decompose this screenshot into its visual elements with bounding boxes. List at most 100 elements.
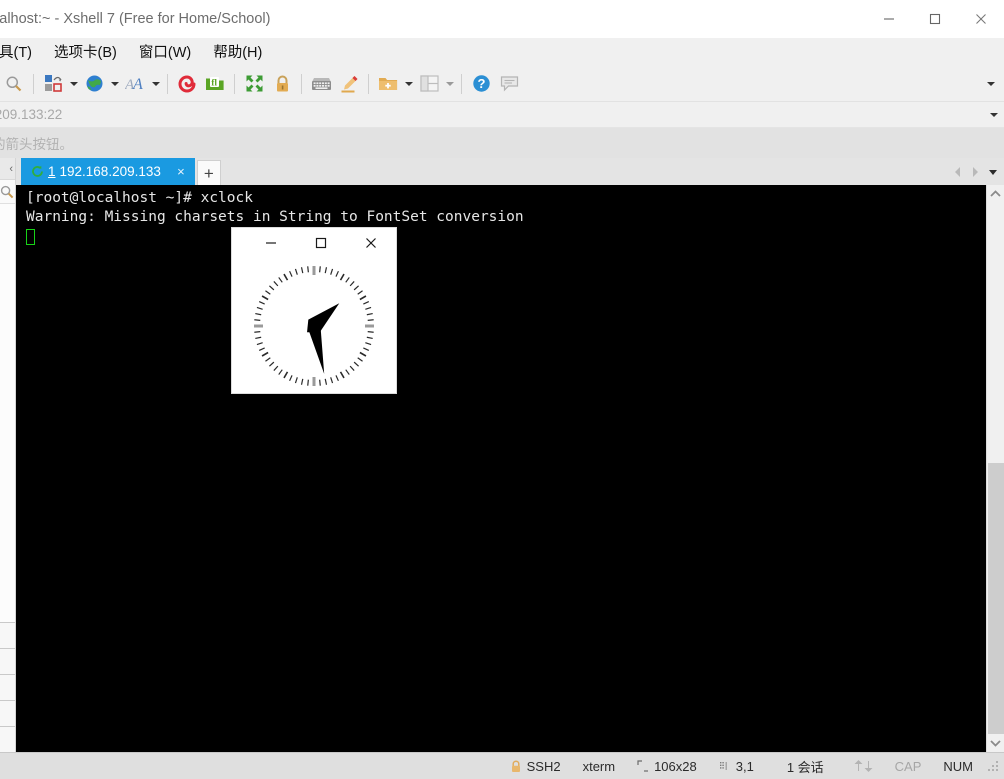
font-button[interactable]: A A	[121, 70, 149, 98]
session-panel-tabs[interactable]: ‹	[0, 158, 15, 180]
session-tree[interactable]	[0, 204, 15, 622]
toolbar-separator	[33, 73, 34, 94]
xclock-minimize-button[interactable]	[246, 228, 296, 258]
scroll-down-button[interactable]	[987, 734, 1004, 752]
resize-grip-icon[interactable]	[986, 759, 1000, 773]
status-caps-lock-label: CAP	[894, 758, 922, 774]
tab-close-button[interactable]: ×	[173, 164, 189, 180]
status-screen-size[interactable]: 106x28	[626, 753, 708, 779]
tab-list-button[interactable]	[984, 160, 1002, 184]
chevron-down-icon	[989, 169, 997, 175]
transfer-file-button[interactable]	[39, 70, 67, 98]
lock-icon	[510, 760, 522, 773]
status-session-count-label: 1 会话	[786, 759, 824, 775]
sftp-button[interactable]: fl	[201, 70, 229, 98]
xclock-close-button[interactable]	[346, 228, 396, 258]
magnifier-icon	[6, 76, 22, 91]
svg-text:?: ?	[477, 76, 485, 91]
help-button[interactable]: ?	[467, 70, 495, 98]
list-item[interactable]	[0, 700, 15, 726]
status-protocol[interactable]: SSH2	[499, 753, 572, 779]
notification-text: 的箭头按钮。	[0, 137, 73, 152]
scroll-up-button[interactable]	[987, 185, 1004, 203]
session-manager-button[interactable]	[173, 70, 201, 98]
address-bar[interactable]: .209.133:22	[0, 102, 1004, 128]
close-icon	[976, 13, 986, 24]
transfer-file-icon	[44, 75, 62, 92]
status-session-count[interactable]: 1 会话	[765, 753, 846, 779]
spiral-icon	[178, 74, 196, 92]
globe-dropdown[interactable]	[108, 70, 121, 98]
toolbar-overflow-button[interactable]	[982, 66, 1000, 102]
maximize-icon	[315, 237, 327, 249]
layout-dropdown[interactable]	[443, 70, 456, 98]
keyboard-button[interactable]	[307, 70, 335, 98]
list-item[interactable]	[0, 726, 15, 752]
window-title: calhost:~ - Xshell 7 (Free for Home/Scho…	[0, 10, 271, 27]
close-button[interactable]	[958, 0, 1004, 38]
chevron-down-icon	[990, 740, 1001, 747]
menu-item-window[interactable]: 窗口(W)	[128, 38, 202, 66]
main-body: ‹ 1 192.168.209.133 × + [root@localhost …	[0, 158, 1004, 752]
new-tab-button[interactable]: +	[196, 160, 221, 185]
toolbar-separator	[234, 73, 235, 94]
chat-button[interactable]	[495, 70, 523, 98]
window-controls	[866, 0, 1004, 38]
menu-item-tools[interactable]: 具(T)	[0, 38, 43, 66]
list-item[interactable]	[0, 622, 15, 648]
scrollbar-thumb[interactable]	[987, 463, 1004, 734]
chevron-down-icon	[110, 81, 119, 86]
xclock-maximize-button[interactable]	[296, 228, 346, 258]
globe-icon	[86, 75, 102, 92]
size-icon	[637, 760, 649, 772]
minimize-button[interactable]	[866, 0, 912, 38]
chevron-down-icon	[151, 81, 160, 86]
status-cursor-position-label: 3,1	[735, 758, 754, 774]
menu-item-tabs[interactable]: 选项卡(B)	[43, 38, 128, 66]
tab-scroll-right-button[interactable]	[966, 160, 984, 184]
status-num-lock-label: NUM	[943, 758, 973, 774]
highlighter-button[interactable]	[335, 70, 363, 98]
session-manager-panel: ‹	[0, 158, 16, 752]
tab-bar: 1 192.168.209.133 × +	[16, 158, 1004, 185]
maximize-icon	[929, 13, 941, 24]
tab-scroll-left-button[interactable]	[948, 160, 966, 184]
layout-button[interactable]	[415, 70, 443, 98]
terminal-screen[interactable]: [root@localhost ~]# xclock Warning: Miss…	[16, 185, 986, 752]
terminal-scrollbar[interactable]	[986, 185, 1004, 752]
status-transfer-indicator	[846, 753, 884, 779]
status-terminal-type[interactable]: xterm	[572, 753, 627, 779]
globe-button[interactable]	[80, 70, 108, 98]
transfer-file-dropdown[interactable]	[67, 70, 80, 98]
status-cursor-position[interactable]: 3,1	[708, 753, 765, 779]
address-history-dropdown[interactable]	[990, 102, 998, 127]
tab-number: 1	[48, 164, 56, 179]
session-list	[0, 622, 15, 752]
question-icon: ?	[472, 75, 490, 92]
arrows-icon	[854, 760, 873, 772]
new-folder-dropdown[interactable]	[402, 70, 415, 98]
menu-item-help[interactable]: 帮助(H)	[202, 38, 273, 66]
xclock-window[interactable]	[232, 228, 396, 393]
search-icon	[0, 185, 14, 198]
lock-button[interactable]	[268, 70, 296, 98]
chevron-down-icon	[69, 81, 78, 86]
new-folder-button[interactable]	[374, 70, 402, 98]
session-search[interactable]	[0, 180, 15, 204]
title-bar: calhost:~ - Xshell 7 (Free for Home/Scho…	[0, 0, 1004, 38]
xshell-window: calhost:~ - Xshell 7 (Free for Home/Scho…	[0, 0, 1004, 779]
toolbar-separator	[368, 73, 369, 94]
scrollbar-track[interactable]	[987, 203, 1004, 734]
list-item[interactable]	[0, 674, 15, 700]
minimize-icon	[884, 17, 894, 20]
arrows-out-icon	[246, 75, 262, 92]
find-button[interactable]	[0, 70, 28, 98]
tab-192-168-209-133[interactable]: 1 192.168.209.133 ×	[21, 158, 195, 185]
fullscreen-button[interactable]	[240, 70, 268, 98]
list-item[interactable]	[0, 648, 15, 674]
toolbar-separator	[301, 73, 302, 94]
font-dropdown[interactable]	[149, 70, 162, 98]
close-icon	[366, 238, 376, 248]
maximize-button[interactable]	[912, 0, 958, 38]
status-screen-size-label: 106x28	[654, 758, 697, 774]
